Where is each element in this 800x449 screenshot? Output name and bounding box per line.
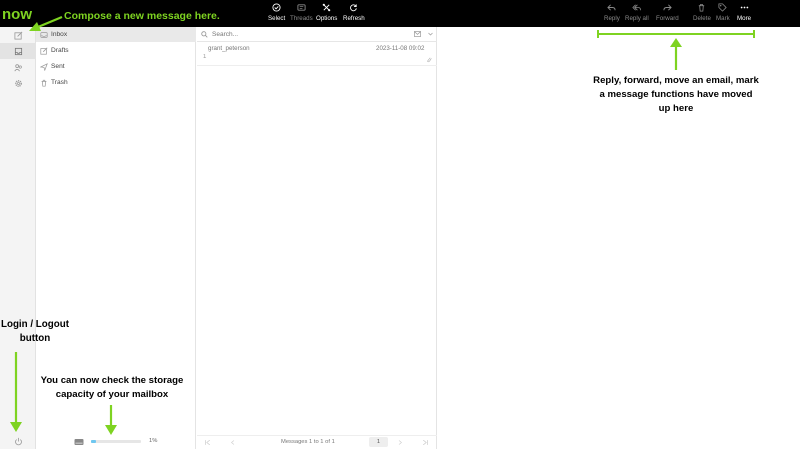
compose-arrow [37, 15, 63, 29]
storage-annotation: You can now check the storage capacity o… [40, 375, 184, 400]
storage-arrowhead [105, 425, 117, 435]
toolbar-arrowhead [670, 38, 682, 47]
logout-arrowhead [10, 422, 22, 432]
compose-annotation: Compose a new message here. [64, 10, 220, 22]
login-annotation: Login / Logout button [0, 319, 69, 345]
toolbar-annotation: Reply, forward, move an email, mark a me… [593, 75, 759, 114]
